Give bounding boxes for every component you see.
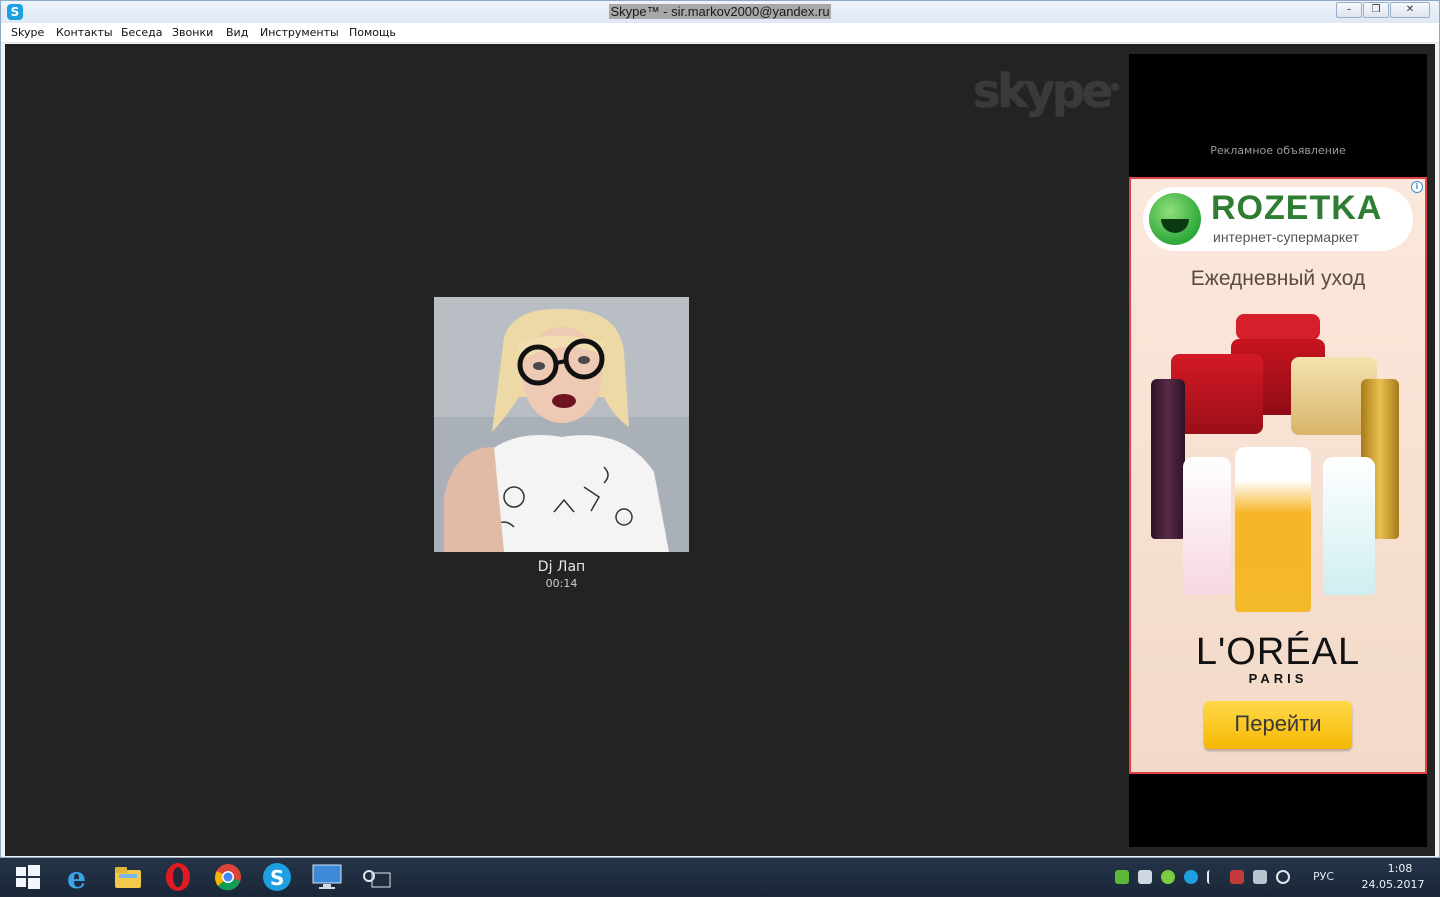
minimize-button[interactable]: – <box>1336 2 1362 18</box>
tray-volume-icon[interactable] <box>1276 870 1290 884</box>
ad-panel: Рекламное объявление i ROZETKA интернет-… <box>1129 54 1427 847</box>
rozetka-brand: ROZETKA <box>1211 189 1383 227</box>
svg-text:S: S <box>270 866 284 890</box>
caller-name: Dj Лап <box>537 559 586 575</box>
title-bar[interactable]: S Skype™ - sir.markov2000@yandex.ru – ❐ … <box>1 1 1439 23</box>
clock-time[interactable]: 1:08 <box>1370 862 1430 875</box>
tray-skype-icon[interactable] <box>1184 870 1198 884</box>
rozetka-smiley-icon <box>1149 193 1201 245</box>
tray-network-icon[interactable] <box>1138 870 1152 884</box>
internet-explorer-icon[interactable]: e <box>62 861 96 896</box>
ad-banner[interactable]: i ROZETKA интернет-супермаркет Ежедневны… <box>1129 177 1427 774</box>
ad-headline: Ежедневный уход <box>1190 267 1366 290</box>
taskbar: e S РУС 1:08 24.05.2017 <box>0 858 1440 896</box>
windows-start-icon[interactable] <box>12 861 46 893</box>
loreal-paris: PARIS <box>1248 671 1308 686</box>
svg-text:e: e <box>67 861 86 893</box>
product-jar-lid-icon <box>1236 314 1320 340</box>
clock-date[interactable]: 24.05.2017 <box>1356 878 1430 891</box>
opera-icon[interactable] <box>162 861 196 893</box>
system-tray: РУС 1:08 24.05.2017 <box>1110 858 1440 896</box>
ad-label: Рекламное объявление <box>1210 144 1346 157</box>
chrome-icon[interactable] <box>212 861 246 893</box>
menu-conversation[interactable]: Беседа <box>121 26 162 39</box>
tray-tools-icon[interactable] <box>1230 870 1244 884</box>
ad-cta-button[interactable]: Перейти <box>1204 701 1352 749</box>
restore-icon: ❐ <box>1371 4 1381 15</box>
blue-cleanser-icon <box>1323 457 1375 595</box>
tray-app-icon[interactable] <box>1115 870 1129 884</box>
remote-desktop-icon[interactable] <box>310 861 344 893</box>
language-indicator[interactable]: РУС <box>1313 870 1334 883</box>
rozetka-tagline: интернет-супермаркет <box>1213 229 1359 245</box>
menu-contacts[interactable]: Контакты <box>56 26 113 39</box>
window-title: Skype™ - sir.markov2000@yandex.ru <box>1 4 1439 19</box>
restore-button[interactable]: ❐ <box>1363 2 1389 18</box>
serum-bottle-icon <box>1151 379 1185 539</box>
tray-flag-icon[interactable] <box>1207 870 1221 884</box>
yellow-tube-icon <box>1235 447 1311 612</box>
skype-window: S Skype™ - sir.markov2000@yandex.ru – ❐ … <box>0 0 1440 858</box>
window-title-text: Skype™ - sir.markov2000@yandex.ru <box>609 4 831 19</box>
tray-display-icon[interactable] <box>1253 870 1267 884</box>
call-duration: 00:14 <box>545 577 578 590</box>
product-image <box>1131 309 1425 612</box>
close-icon: ✕ <box>1405 4 1415 15</box>
menu-tools[interactable]: Инструменты <box>260 26 339 39</box>
loreal-logo: L'ORÉAL <box>1195 631 1361 673</box>
minimize-icon: – <box>1346 4 1352 15</box>
rozetka-logo: ROZETKA интернет-супермаркет <box>1143 187 1413 251</box>
caller-avatar <box>434 297 689 552</box>
pink-cleanser-icon <box>1183 457 1231 595</box>
skype-watermark-text: skype <box>973 64 1113 118</box>
menu-calls[interactable]: Звонки <box>172 26 213 39</box>
skype-logo-watermark: skype® <box>973 64 1121 118</box>
camera-app-icon[interactable] <box>360 861 394 893</box>
skype-taskbar-icon[interactable]: S <box>261 861 295 893</box>
avatar-photo <box>434 297 689 552</box>
file-explorer-icon[interactable] <box>112 861 146 893</box>
menu-help[interactable]: Помощь <box>349 26 396 39</box>
ad-info-icon[interactable]: i <box>1411 181 1423 193</box>
menu-view[interactable]: Вид <box>226 26 248 39</box>
tray-security-icon[interactable] <box>1161 870 1175 884</box>
close-button[interactable]: ✕ <box>1390 2 1430 18</box>
call-view: skype® Dj Лап 00:14 Рекламное объявление… <box>5 44 1435 856</box>
menu-bar: Skype Контакты Беседа Звонки Вид Инструм… <box>1 23 1439 43</box>
menu-skype[interactable]: Skype <box>11 26 44 39</box>
